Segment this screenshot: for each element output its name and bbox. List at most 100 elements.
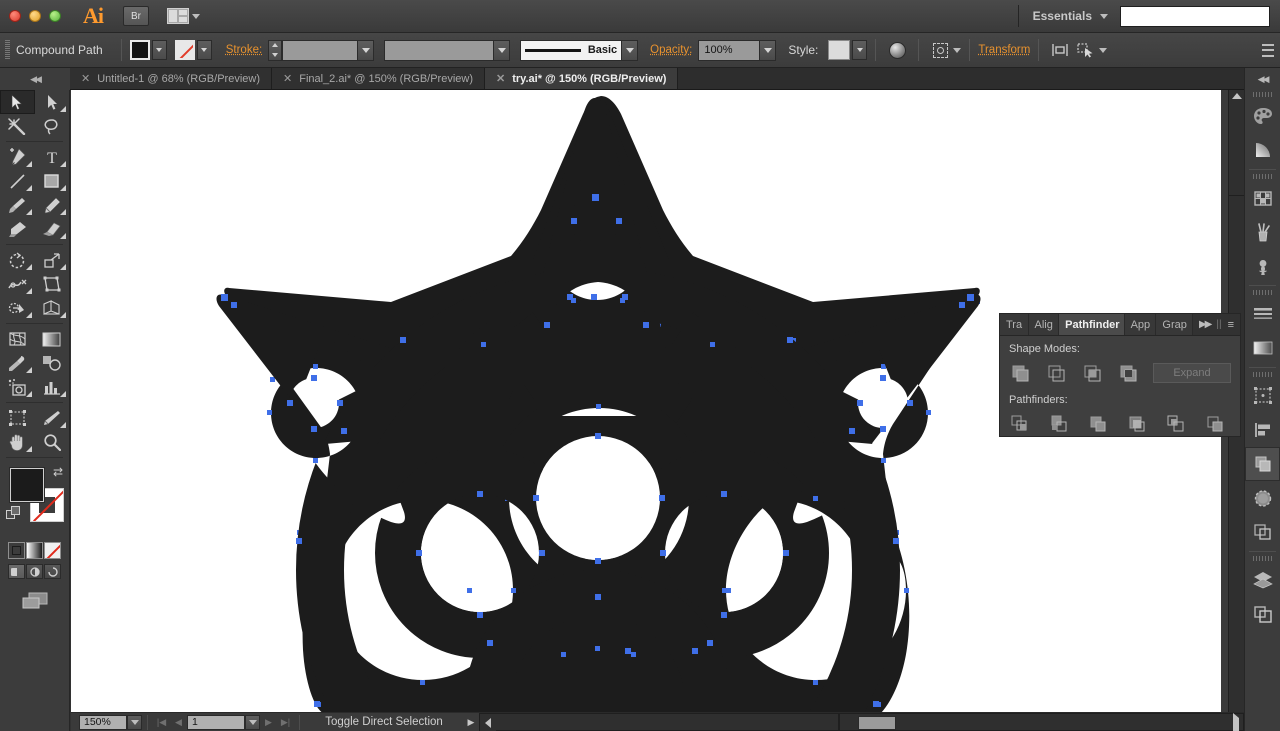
artboard-number-dropdown[interactable]	[245, 714, 260, 730]
transform-panel-icon[interactable]	[1245, 379, 1280, 413]
collapse-toolbar-button[interactable]: ◀◀	[0, 68, 70, 90]
artboard-number-field[interactable]: 1	[187, 714, 245, 730]
brush-definition-combo[interactable]: Basic	[520, 39, 639, 61]
align-panel-icon[interactable]	[1245, 413, 1280, 447]
crop-button[interactable]	[1126, 413, 1148, 435]
document-tab[interactable]: ✕ Untitled-1 @ 68% (RGB/Preview)	[70, 68, 272, 89]
horizontal-scrollbar-right[interactable]	[839, 713, 1244, 731]
zoom-control[interactable]: 150%	[71, 714, 142, 730]
bridge-button[interactable]: Br	[123, 6, 149, 26]
tab-align[interactable]: Alig	[1028, 314, 1060, 335]
selection-tool[interactable]	[0, 90, 35, 114]
fill-color-box[interactable]	[10, 468, 44, 502]
zoom-level-dropdown[interactable]	[127, 714, 142, 730]
zoom-level-field[interactable]: 150%	[79, 714, 127, 730]
fill-swatch[interactable]	[129, 40, 150, 60]
recolor-artwork-button[interactable]	[884, 39, 910, 61]
pathfinder-panel-icon[interactable]	[1245, 447, 1280, 481]
close-icon[interactable]: ✕	[496, 72, 505, 85]
type-tool[interactable]: T	[35, 145, 70, 169]
slice-tool[interactable]	[35, 406, 70, 430]
rotate-tool[interactable]	[0, 248, 35, 272]
zoom-tool[interactable]	[35, 430, 70, 454]
layers-panel-icon[interactable]	[1245, 563, 1280, 597]
stroke-swatch-group[interactable]	[174, 40, 212, 60]
scale-tool[interactable]	[35, 248, 70, 272]
stroke-profile-value[interactable]	[384, 39, 495, 61]
symbol-sprayer-tool[interactable]	[0, 375, 35, 399]
graphic-style-dropdown[interactable]	[852, 40, 868, 60]
pathfinder-panel[interactable]: Tra Alig Pathfinder App Grap ▶▶ || ≡ Sha…	[999, 313, 1241, 437]
isolate-group-button[interactable]	[1047, 39, 1073, 61]
artboards-panel-icon[interactable]	[1245, 597, 1280, 631]
scroll-right-arrow-icon[interactable]	[1233, 713, 1239, 731]
symbols-panel-icon[interactable]	[1245, 249, 1280, 283]
direct-selection-tool[interactable]	[35, 90, 70, 114]
transparency-panel-icon[interactable]	[1245, 481, 1280, 515]
minus-front-button[interactable]	[1045, 362, 1067, 384]
chevron-down-icon[interactable]	[1099, 47, 1108, 53]
stroke-profile-combo[interactable]	[384, 39, 511, 61]
horizontal-scroll-track[interactable]	[479, 713, 839, 731]
panel-menu-icon[interactable]	[1258, 43, 1274, 57]
exclude-button[interactable]	[1117, 362, 1139, 384]
scroll-up-arrow-icon[interactable]	[1232, 93, 1242, 99]
isolate-selected-object-button[interactable]	[927, 39, 953, 61]
next-artboard-button[interactable]: ▶	[260, 715, 277, 730]
lasso-tool[interactable]	[35, 114, 70, 138]
fill-swatch-dropdown[interactable]	[151, 40, 167, 60]
chevron-down-icon[interactable]	[760, 39, 777, 61]
perspective-grid-tool[interactable]	[35, 296, 70, 320]
dock-grip[interactable]	[1245, 288, 1280, 297]
color-panel-icon[interactable]	[1245, 99, 1280, 133]
width-tool[interactable]	[0, 272, 35, 296]
document-tab[interactable]: ✕ Final_2.ai* @ 150% (RGB/Preview)	[272, 68, 486, 89]
last-artboard-button[interactable]: ▶|	[277, 715, 294, 730]
chevron-down-icon[interactable]	[622, 39, 639, 61]
gradient-fill-mode-button[interactable]	[26, 542, 43, 559]
minus-back-button[interactable]	[1204, 413, 1226, 435]
double-chevron-right-icon[interactable]: ▶▶	[1199, 319, 1212, 330]
mesh-tool[interactable]	[0, 327, 35, 351]
arrange-documents-button[interactable]	[167, 8, 200, 24]
graphic-style-group[interactable]	[828, 40, 868, 60]
merge-button[interactable]	[1087, 413, 1109, 435]
eraser-tool[interactable]	[35, 217, 70, 241]
tab-transform[interactable]: Tra	[1000, 314, 1029, 335]
change-screen-mode-button[interactable]	[0, 579, 69, 611]
outline-button[interactable]	[1165, 413, 1187, 435]
opacity-combo[interactable]: 100%	[698, 39, 777, 61]
gradient-panel-icon[interactable]	[1245, 331, 1280, 365]
full-screen-mode-button[interactable]	[44, 564, 61, 579]
maximize-window-button[interactable]	[49, 10, 61, 22]
color-fill-mode-button[interactable]	[8, 542, 25, 559]
brush-definition-value[interactable]: Basic	[520, 39, 623, 61]
color-guide-panel-icon[interactable]	[1245, 133, 1280, 167]
stroke-panel-icon[interactable]	[1245, 297, 1280, 331]
horizontal-scroll-thumb[interactable]	[858, 716, 896, 730]
scroll-left-arrow-icon[interactable]	[480, 714, 496, 731]
default-fill-stroke-icon[interactable]	[6, 506, 22, 527]
swap-fill-stroke-icon[interactable]: ⇄	[53, 465, 63, 479]
expand-button[interactable]: Expand	[1153, 363, 1231, 383]
chevron-down-icon[interactable]	[494, 39, 511, 61]
eyedropper-tool[interactable]	[0, 351, 35, 375]
dock-grip[interactable]	[1245, 370, 1280, 379]
panel-menu-icon[interactable]: ≡	[1228, 319, 1234, 331]
dock-grip[interactable]	[1245, 172, 1280, 181]
hand-tool[interactable]	[0, 430, 35, 454]
magic-wand-tool[interactable]	[0, 114, 35, 138]
control-bar-grip[interactable]	[5, 40, 10, 60]
select-similar-objects-button[interactable]	[1073, 39, 1099, 61]
fill-swatch-group[interactable]	[129, 40, 167, 60]
chevron-down-icon[interactable]	[953, 47, 962, 53]
chevron-down-icon[interactable]	[358, 39, 375, 61]
stroke-weight-stepper[interactable]	[268, 39, 283, 61]
document-tab-active[interactable]: ✕ try.ai* @ 150% (RGB/Preview)	[485, 68, 679, 89]
close-icon[interactable]: ✕	[283, 72, 292, 85]
close-icon[interactable]: ✕	[81, 72, 90, 85]
stroke-weight-combo[interactable]	[282, 39, 375, 61]
stroke-swatch-none[interactable]	[174, 40, 195, 60]
first-artboard-button[interactable]: |◀	[153, 715, 170, 730]
pencil-tool[interactable]	[35, 193, 70, 217]
